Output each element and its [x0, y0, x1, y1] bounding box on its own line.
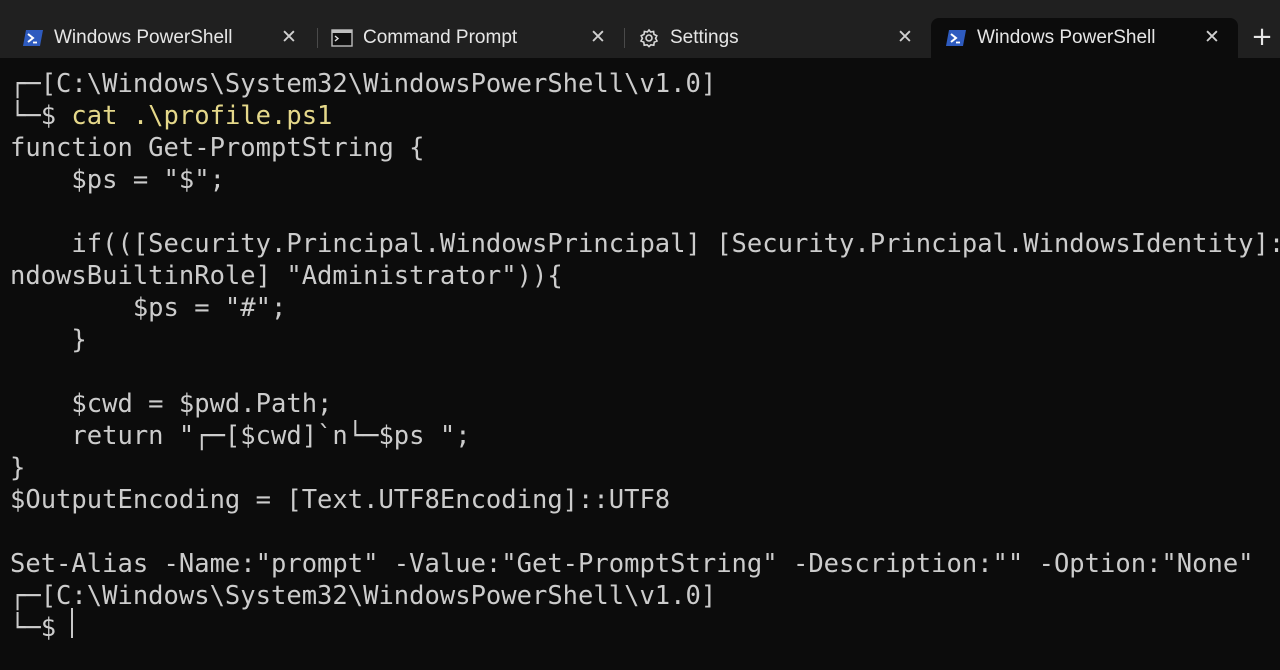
output-line: $ps = "$"; [10, 165, 225, 195]
tab-bar: Windows PowerShell ✕ Command Prompt ✕ Se… [0, 0, 1280, 58]
powershell-icon [23, 30, 43, 46]
tab-settings[interactable]: Settings ✕ [624, 18, 931, 58]
new-tab-button[interactable]: + [1248, 22, 1276, 52]
close-tab-icon[interactable]: ✕ [895, 26, 915, 48]
command-text: cat .\profile.ps1 [71, 101, 333, 131]
terminal-window: Windows PowerShell ✕ Command Prompt ✕ Se… [0, 0, 1280, 670]
prompt-input-line: └─$ [10, 612, 71, 644]
tab-windows-powershell-1[interactable]: Windows PowerShell ✕ [8, 18, 315, 58]
terminal-output[interactable]: ┌─[C:\Windows\System32\WindowsPowerShell… [0, 68, 1280, 670]
output-line: ndowsBuiltinRole] "Administrator")){ [10, 261, 563, 291]
output-line: $ps = "#"; [10, 293, 287, 323]
tab-label: Settings [670, 27, 739, 48]
gear-icon [639, 28, 659, 48]
tab-label: Windows PowerShell [977, 27, 1156, 48]
output-line: $cwd = $pwd.Path; [10, 389, 333, 419]
prompt-symbol: └─$ [10, 613, 72, 643]
close-tab-icon[interactable]: ✕ [588, 26, 608, 48]
output-line: return "┌─[$cwd]`n└─$ps "; [10, 421, 471, 451]
prompt-path-line: ┌─[C:\Windows\System32\WindowsPowerShell… [10, 581, 717, 611]
text-cursor [71, 608, 73, 638]
output-line: if(([Security.Principal.WindowsPrincipal… [10, 229, 1280, 259]
output-line: } [10, 453, 26, 483]
tab-command-prompt[interactable]: Command Prompt ✕ [317, 18, 624, 58]
powershell-icon [946, 30, 966, 46]
prompt-command-line: └─$ cat .\profile.ps1 [10, 100, 332, 132]
command-prompt-icon [331, 29, 353, 47]
prompt-symbol: └─$ [10, 101, 72, 131]
tab-label: Windows PowerShell [54, 27, 233, 48]
close-tab-icon[interactable]: ✕ [1202, 26, 1222, 48]
prompt-path-line: ┌─[C:\Windows\System32\WindowsPowerShell… [10, 69, 717, 99]
tab-label: Command Prompt [363, 27, 518, 48]
output-line: $OutputEncoding = [Text.UTF8Encoding]::U… [10, 485, 671, 515]
close-tab-icon[interactable]: ✕ [279, 26, 299, 48]
output-line: Set-Alias -Name:"prompt" -Value:"Get-Pro… [10, 549, 1254, 579]
output-line: function Get-PromptString { [10, 133, 425, 163]
output-line: } [10, 325, 87, 355]
tab-windows-powershell-active[interactable]: Windows PowerShell ✕ [931, 18, 1238, 58]
